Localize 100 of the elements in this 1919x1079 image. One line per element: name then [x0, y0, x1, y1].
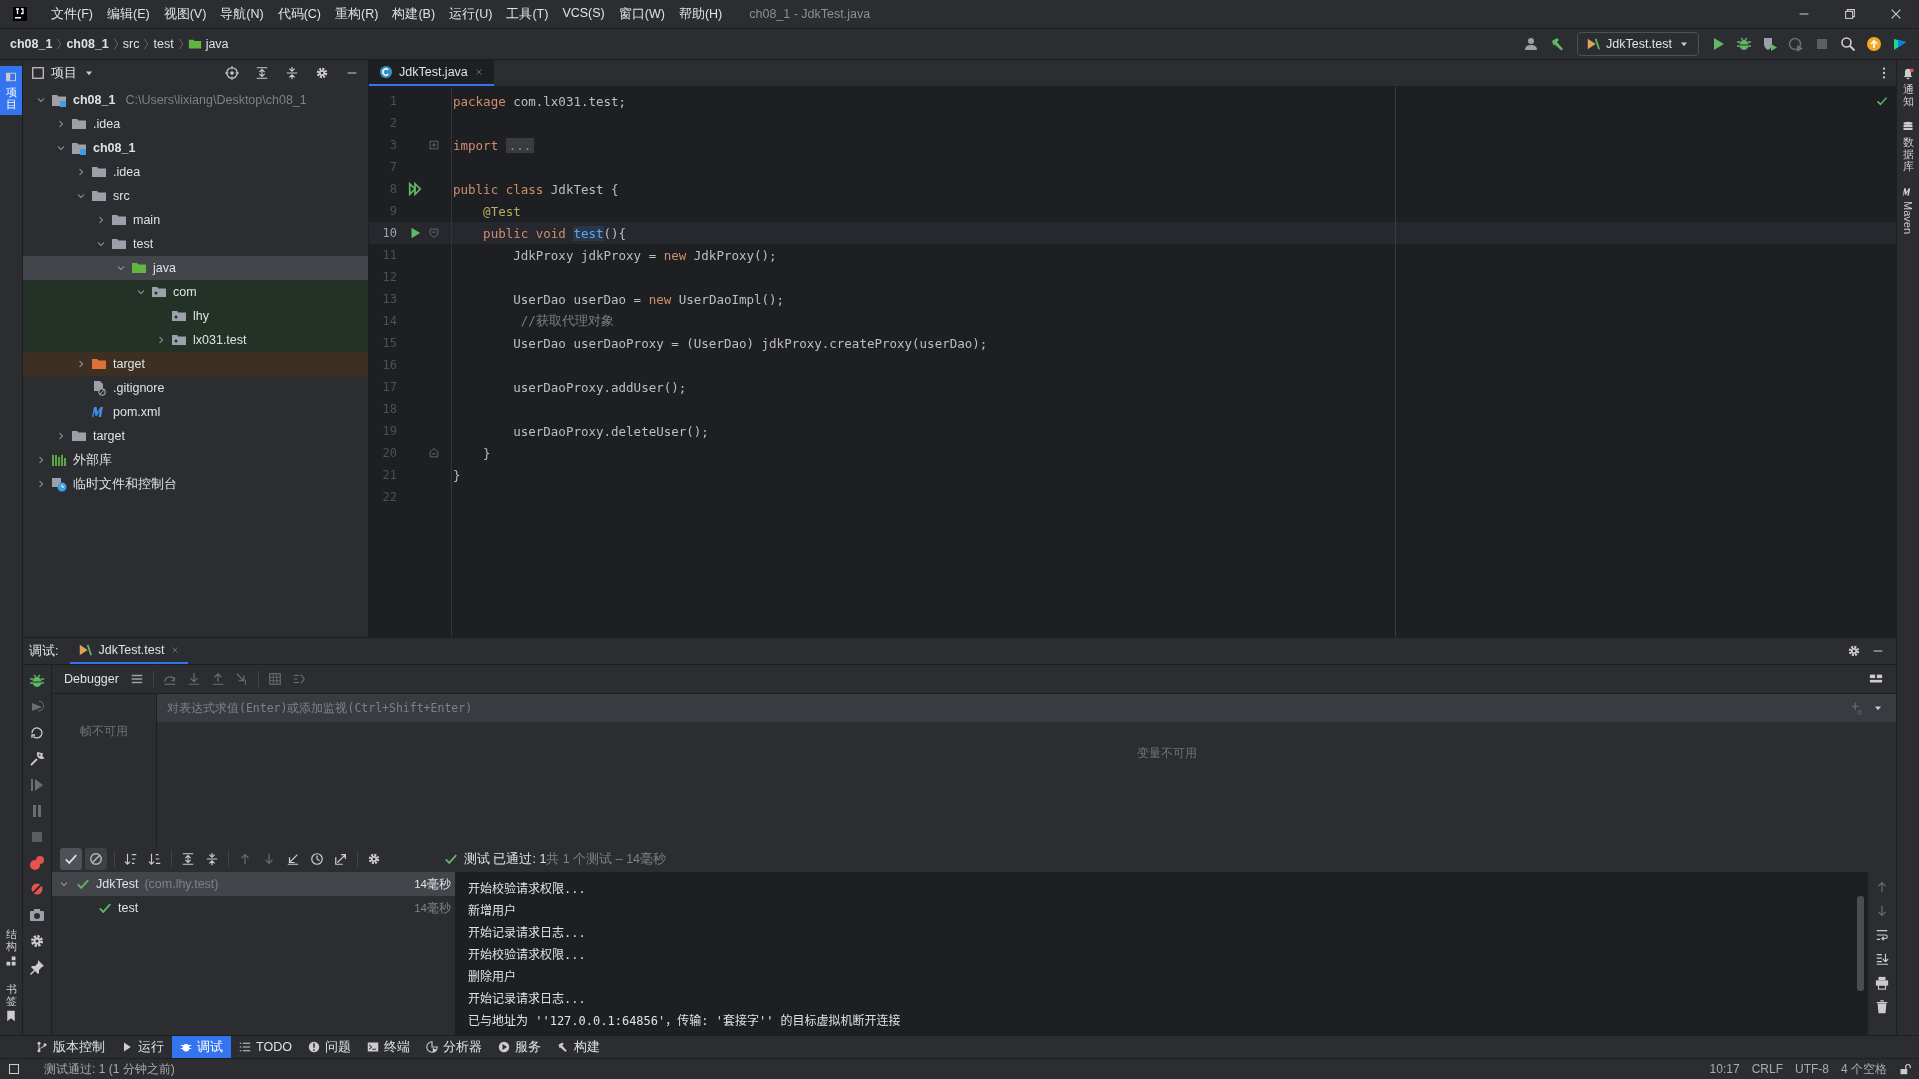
toolbox-icon[interactable] — [1892, 36, 1908, 52]
fold-marker-icon[interactable] — [428, 227, 440, 239]
print-icon[interactable] — [1875, 976, 1889, 990]
tool-window-tab[interactable]: 书签 — [0, 977, 22, 1027]
panel-toggle-icon[interactable] — [8, 1063, 20, 1075]
tree-item[interactable]: test — [23, 232, 368, 256]
profile-icon[interactable] — [1788, 36, 1804, 52]
test-item[interactable]: JdkTest (com.lhy.test) 14毫秒 — [52, 872, 455, 896]
menu-item[interactable]: 视图(V) — [156, 5, 214, 23]
double-play-icon[interactable] — [408, 182, 422, 196]
tree-item[interactable]: .gitignore — [23, 376, 368, 400]
expand-all-icon[interactable] — [181, 852, 195, 866]
pin-icon[interactable] — [29, 959, 45, 975]
menu-item[interactable]: 运行(U) — [442, 5, 500, 23]
tree-item[interactable]: lhy — [23, 304, 368, 328]
show-passed-toggle[interactable] — [60, 848, 82, 870]
soft-wrap-icon[interactable] — [1875, 928, 1889, 942]
menu-item[interactable]: 文件(F) — [44, 5, 100, 23]
breadcrumb[interactable]: ch08_1 — [10, 37, 53, 51]
update-icon[interactable] — [1866, 36, 1882, 52]
tree-item[interactable]: java — [23, 256, 368, 280]
menu-item[interactable]: 导航(N) — [213, 5, 271, 23]
panel-title[interactable]: 项目 — [51, 64, 77, 82]
hammer-icon[interactable] — [1550, 36, 1566, 52]
resume-icon[interactable] — [29, 777, 45, 793]
settings-icon[interactable] — [315, 66, 329, 80]
settings-icon[interactable] — [1847, 644, 1861, 658]
scroll-to-end-icon[interactable] — [1875, 952, 1889, 966]
user-icon[interactable] — [1524, 36, 1540, 52]
menu-item[interactable]: 重构(R) — [328, 5, 386, 23]
tree-item[interactable]: main — [23, 208, 368, 232]
menu-item[interactable]: 编辑(E) — [99, 5, 157, 23]
history-icon[interactable] — [310, 852, 324, 866]
menu-item[interactable]: 工具(T) — [499, 5, 556, 23]
menu-item[interactable]: 帮助(H) — [671, 5, 730, 23]
session-tab[interactable]: JdkTest.test — [70, 638, 189, 664]
tree-item[interactable]: pom.xml — [23, 400, 368, 424]
refresh-icon[interactable] — [29, 725, 45, 741]
settings-icon[interactable] — [367, 852, 381, 866]
locate-icon[interactable] — [225, 66, 239, 80]
status-item[interactable]: 10:17 — [1709, 1062, 1740, 1076]
fold-marker-icon[interactable] — [428, 447, 440, 459]
tool-window-tab[interactable]: 构建 — [548, 1036, 608, 1058]
tool-window-tab[interactable]: TODO — [231, 1036, 300, 1058]
tool-window-tab[interactable]: 运行 — [113, 1036, 172, 1058]
trace-icon[interactable] — [291, 672, 306, 686]
breadcrumb[interactable]: src — [122, 37, 140, 51]
wrench-icon[interactable] — [29, 751, 45, 767]
tree-item[interactable]: target — [23, 424, 368, 448]
show-ignored-toggle[interactable] — [85, 848, 107, 870]
sort-alpha-icon[interactable] — [124, 852, 138, 866]
settings-icon[interactable] — [29, 933, 45, 949]
tree-item[interactable]: 外部库 — [23, 448, 368, 472]
status-item[interactable]: CRLF — [1751, 1062, 1783, 1076]
import-icon[interactable] — [286, 852, 300, 866]
menu-item[interactable]: VCS(S) — [555, 5, 612, 23]
tool-window-tab[interactable]: Maven — [1902, 186, 1914, 235]
tree-item[interactable]: 临时文件和控制台 — [23, 472, 368, 496]
rerun-icon[interactable] — [29, 673, 45, 689]
editor-tab[interactable]: JdkTest.java — [369, 60, 494, 86]
run-config-dropdown[interactable]: JdkTest.test — [1577, 32, 1699, 56]
breadcrumb[interactable]: ch08_1 — [66, 37, 109, 51]
camera-icon[interactable] — [29, 907, 45, 923]
scrollbar[interactable] — [1857, 896, 1864, 991]
tool-window-tab[interactable]: 版本控制 — [28, 1036, 113, 1058]
tree-item[interactable]: ch08_1 C:\Users\lixiang\Desktop\ch08_1 — [23, 88, 368, 112]
breadcrumb[interactable]: test — [153, 37, 174, 51]
export-icon[interactable] — [334, 852, 348, 866]
tool-window-tab[interactable]: 通知 — [1902, 68, 1914, 108]
status-item[interactable]: 4 个空格 — [1841, 1060, 1887, 1078]
trash-icon[interactable] — [1875, 1000, 1889, 1014]
fold-marker-icon[interactable] — [428, 139, 440, 151]
menu-item[interactable]: 代码(C) — [270, 5, 329, 23]
layout-icon[interactable] — [1869, 672, 1883, 686]
collapse-all-icon[interactable] — [285, 66, 299, 80]
tree-item[interactable]: src — [23, 184, 368, 208]
menu-item[interactable]: 窗口(W) — [611, 5, 672, 23]
lock-icon[interactable] — [1899, 1063, 1911, 1075]
tool-window-tab[interactable]: 分析器 — [417, 1036, 490, 1058]
step-out-icon[interactable] — [210, 672, 225, 686]
tree-item[interactable]: .idea — [23, 160, 368, 184]
breadcrumb[interactable]: java — [187, 37, 229, 51]
run-to-cursor-icon[interactable] — [234, 672, 249, 686]
tool-window-tab[interactable]: 调试 — [172, 1036, 231, 1058]
tool-window-tab[interactable]: 服务 — [489, 1036, 549, 1058]
sort-duration-icon[interactable] — [148, 852, 162, 866]
tree-item[interactable]: ch08_1 — [23, 136, 368, 160]
tool-window-tab[interactable]: 项目 — [0, 66, 22, 116]
tree-item[interactable]: lx031.test — [23, 328, 368, 352]
test-item[interactable]: test 14毫秒 — [52, 896, 455, 920]
menu-icon[interactable] — [129, 672, 144, 686]
debug-icon[interactable] — [1736, 36, 1752, 52]
expand-all-icon[interactable] — [255, 66, 269, 80]
tool-window-tab[interactable]: 终端 — [358, 1036, 418, 1058]
breakpoints-icon[interactable] — [29, 855, 45, 871]
tree-item[interactable]: com — [23, 280, 368, 304]
rerun-failed-icon[interactable] — [29, 699, 45, 715]
app-logo-icon[interactable] — [12, 6, 28, 22]
status-item[interactable]: UTF-8 — [1795, 1062, 1829, 1076]
tree-item[interactable]: target — [23, 352, 368, 376]
